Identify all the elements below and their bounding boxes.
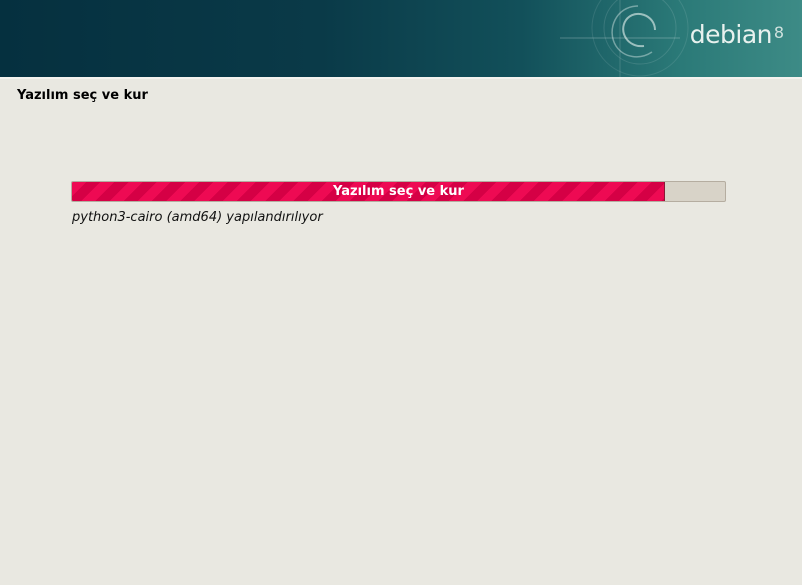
debian-banner: debian 8 xyxy=(0,0,802,77)
page-title: Yazılım seç ve kur xyxy=(17,88,148,103)
debian-version: 8 xyxy=(773,23,784,42)
progress-bar-label: Yazılım seç ve kur xyxy=(333,184,464,199)
progress-status-text: python3-cairo (amd64) yapılandırılıyor xyxy=(72,210,323,225)
progress-bar: Yazılım seç ve kur xyxy=(71,181,726,202)
debian-logo-text: debian xyxy=(689,20,773,49)
banner-divider xyxy=(0,77,802,79)
